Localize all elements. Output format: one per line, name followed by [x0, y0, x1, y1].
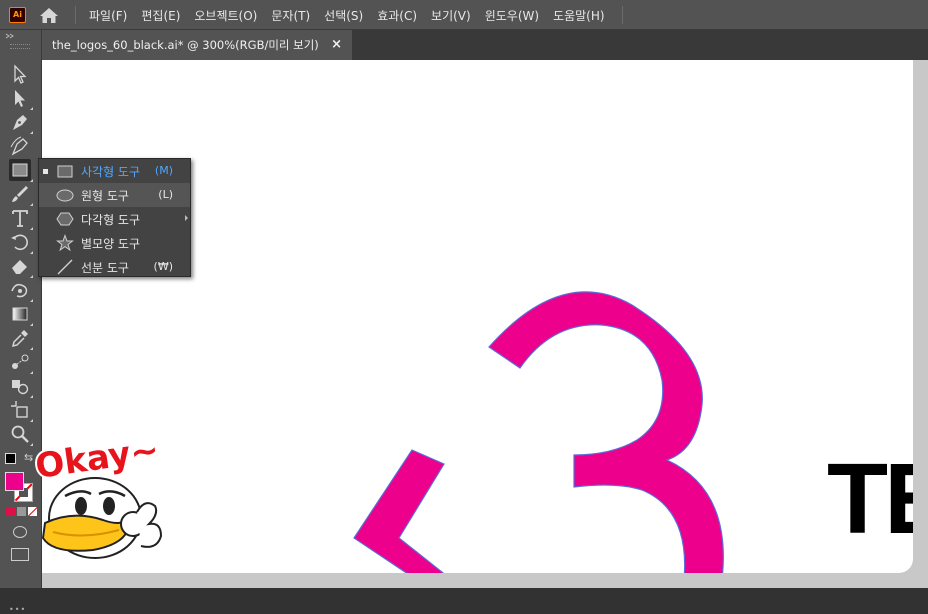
- menu-select[interactable]: 선택(S): [324, 7, 363, 24]
- home-icon[interactable]: [38, 5, 60, 25]
- menu-type[interactable]: 문자(T): [271, 7, 310, 24]
- current-tool-indicator: [43, 169, 48, 174]
- line-segment-icon: [57, 259, 73, 275]
- selection-tool-icon[interactable]: [9, 63, 31, 85]
- magenta-chevron-shape[interactable]: [353, 449, 452, 573]
- main-menu: 파일(F) 편집(E) 오브젝트(O) 문자(T) 선택(S) 효과(C) 보기…: [89, 0, 619, 30]
- menu-edit[interactable]: 편집(E): [141, 7, 180, 24]
- shape-tools-flyout: 사각형 도구 (M) 원형 도구 (L) 다각형 도구 별모양 도구 선분 도구…: [38, 158, 191, 277]
- flyout-label: 별모양 도구: [81, 237, 141, 251]
- artwork: TE: [353, 291, 913, 573]
- menu-bar: Ai 파일(F) 편집(E) 오브젝트(O) 문자(T) 선택(S) 효과(C)…: [0, 0, 928, 30]
- menu-effect[interactable]: 효과(C): [377, 7, 417, 24]
- rotate-tool-icon[interactable]: [9, 231, 33, 254]
- gradient-tool-icon[interactable]: [9, 303, 33, 326]
- document-tab-bar: the_logos_60_black.ai* @ 300%(RGB/미리 보기)…: [42, 30, 928, 60]
- swap-colors-icon[interactable]: ⇆: [24, 451, 33, 464]
- direct-selection-tool-icon[interactable]: [9, 87, 33, 110]
- zoom-tool-icon[interactable]: [9, 423, 33, 446]
- rectangle-tool-icon[interactable]: [9, 159, 33, 182]
- gradient-mode-icon[interactable]: [17, 507, 26, 516]
- flyout-label: 원형 도구: [81, 189, 129, 203]
- toolbar-more-icon[interactable]: •••: [9, 605, 26, 614]
- star-icon: [56, 234, 74, 252]
- menu-separator: [622, 6, 623, 24]
- menu-view[interactable]: 보기(V): [431, 7, 471, 24]
- rectangle-icon: [57, 165, 73, 178]
- menu-separator: [75, 6, 76, 24]
- default-colors-icon[interactable]: [5, 453, 16, 464]
- collapse-panel-icon[interactable]: [5, 33, 15, 39]
- polygon-icon: [56, 212, 74, 226]
- menu-file[interactable]: 파일(F): [89, 7, 127, 24]
- flyout-shortcut: (L): [158, 188, 173, 201]
- panel-grip[interactable]: [10, 44, 30, 49]
- paintbrush-tool-icon[interactable]: [9, 183, 33, 206]
- flyout-item-polygon[interactable]: 다각형 도구: [39, 207, 190, 231]
- submenu-arrow-icon: [185, 215, 188, 221]
- draw-mode-icon[interactable]: [13, 526, 27, 538]
- color-mode-icon[interactable]: [6, 507, 15, 516]
- magenta-three-shape[interactable]: [488, 291, 724, 573]
- flyout-item-rectangle[interactable]: 사각형 도구 (M): [39, 159, 190, 183]
- fill-swatch[interactable]: [5, 472, 24, 491]
- menu-help[interactable]: 도움말(H): [553, 7, 605, 24]
- eraser-tool-icon[interactable]: [9, 255, 33, 278]
- flyout-shortcut: (₩): [153, 260, 173, 273]
- artboard-tool-icon[interactable]: [9, 399, 33, 422]
- flyout-label: 사각형 도구: [81, 165, 141, 179]
- illustrator-logo: Ai: [9, 7, 26, 23]
- menu-window[interactable]: 윈도우(W): [485, 7, 539, 24]
- artboard[interactable]: TE: [42, 60, 913, 573]
- okay-duck-sticker: Okay~: [31, 428, 168, 563]
- flyout-label: 선분 도구: [81, 261, 129, 275]
- canvas-area[interactable]: TE: [42, 60, 928, 588]
- warp-tool-icon[interactable]: [9, 279, 33, 302]
- menu-object[interactable]: 오브젝트(O): [194, 7, 257, 24]
- ellipse-icon: [56, 189, 74, 202]
- document-tab[interactable]: the_logos_60_black.ai* @ 300%(RGB/미리 보기)…: [42, 30, 352, 60]
- eyedropper-tool-icon[interactable]: [9, 327, 33, 350]
- flyout-item-ellipse[interactable]: 원형 도구 (L): [39, 183, 190, 207]
- flyout-item-star[interactable]: 별모양 도구: [39, 231, 190, 255]
- document-tab-title: the_logos_60_black.ai* @ 300%(RGB/미리 보기): [52, 38, 319, 52]
- flyout-shortcut: (M): [154, 164, 173, 177]
- flyout-item-line-segment[interactable]: 선분 도구 (₩): [39, 255, 190, 279]
- black-te-letters[interactable]: TE: [827, 443, 913, 555]
- curvature-tool-icon[interactable]: [9, 135, 31, 157]
- flyout-label: 다각형 도구: [81, 213, 141, 227]
- type-tool-icon[interactable]: [9, 207, 33, 230]
- shape-builder-tool-icon[interactable]: [9, 375, 33, 398]
- screen-mode-icon[interactable]: [11, 548, 29, 561]
- close-tab-icon[interactable]: ×: [331, 37, 342, 52]
- blend-tool-icon[interactable]: [9, 351, 33, 374]
- pen-tool-icon[interactable]: [9, 111, 33, 134]
